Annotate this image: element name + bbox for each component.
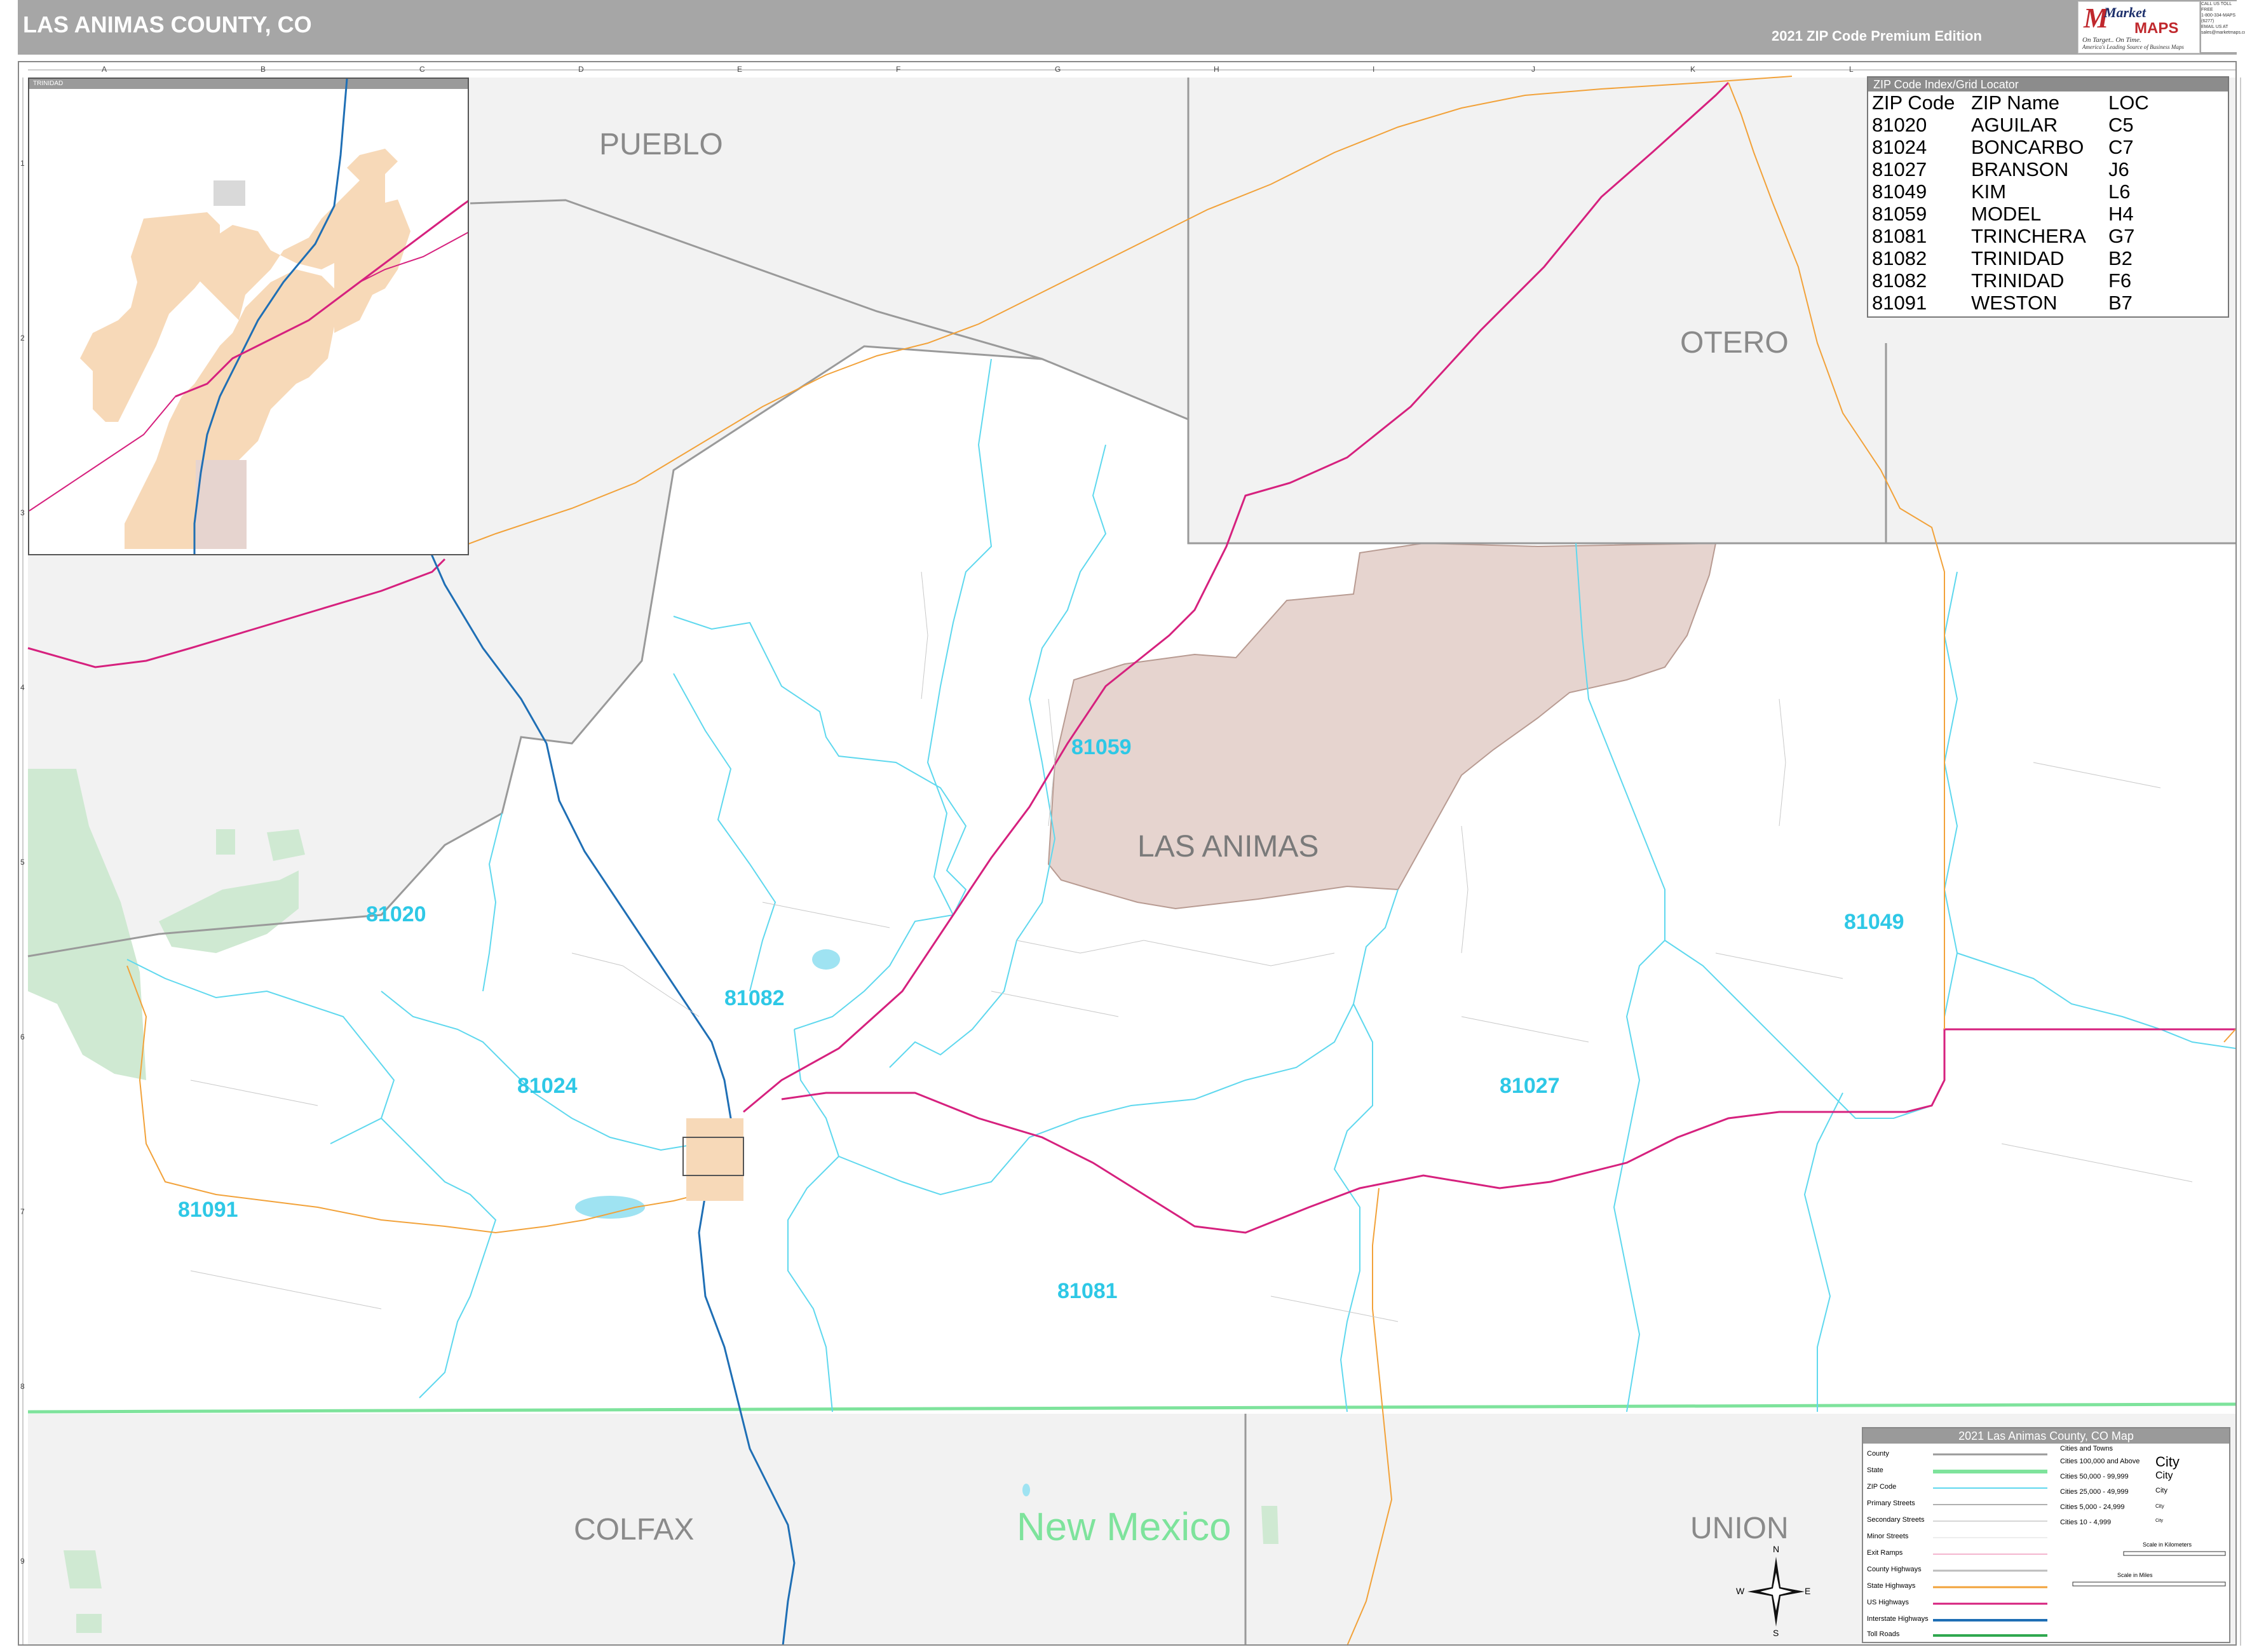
map-frame (18, 61, 2237, 1646)
